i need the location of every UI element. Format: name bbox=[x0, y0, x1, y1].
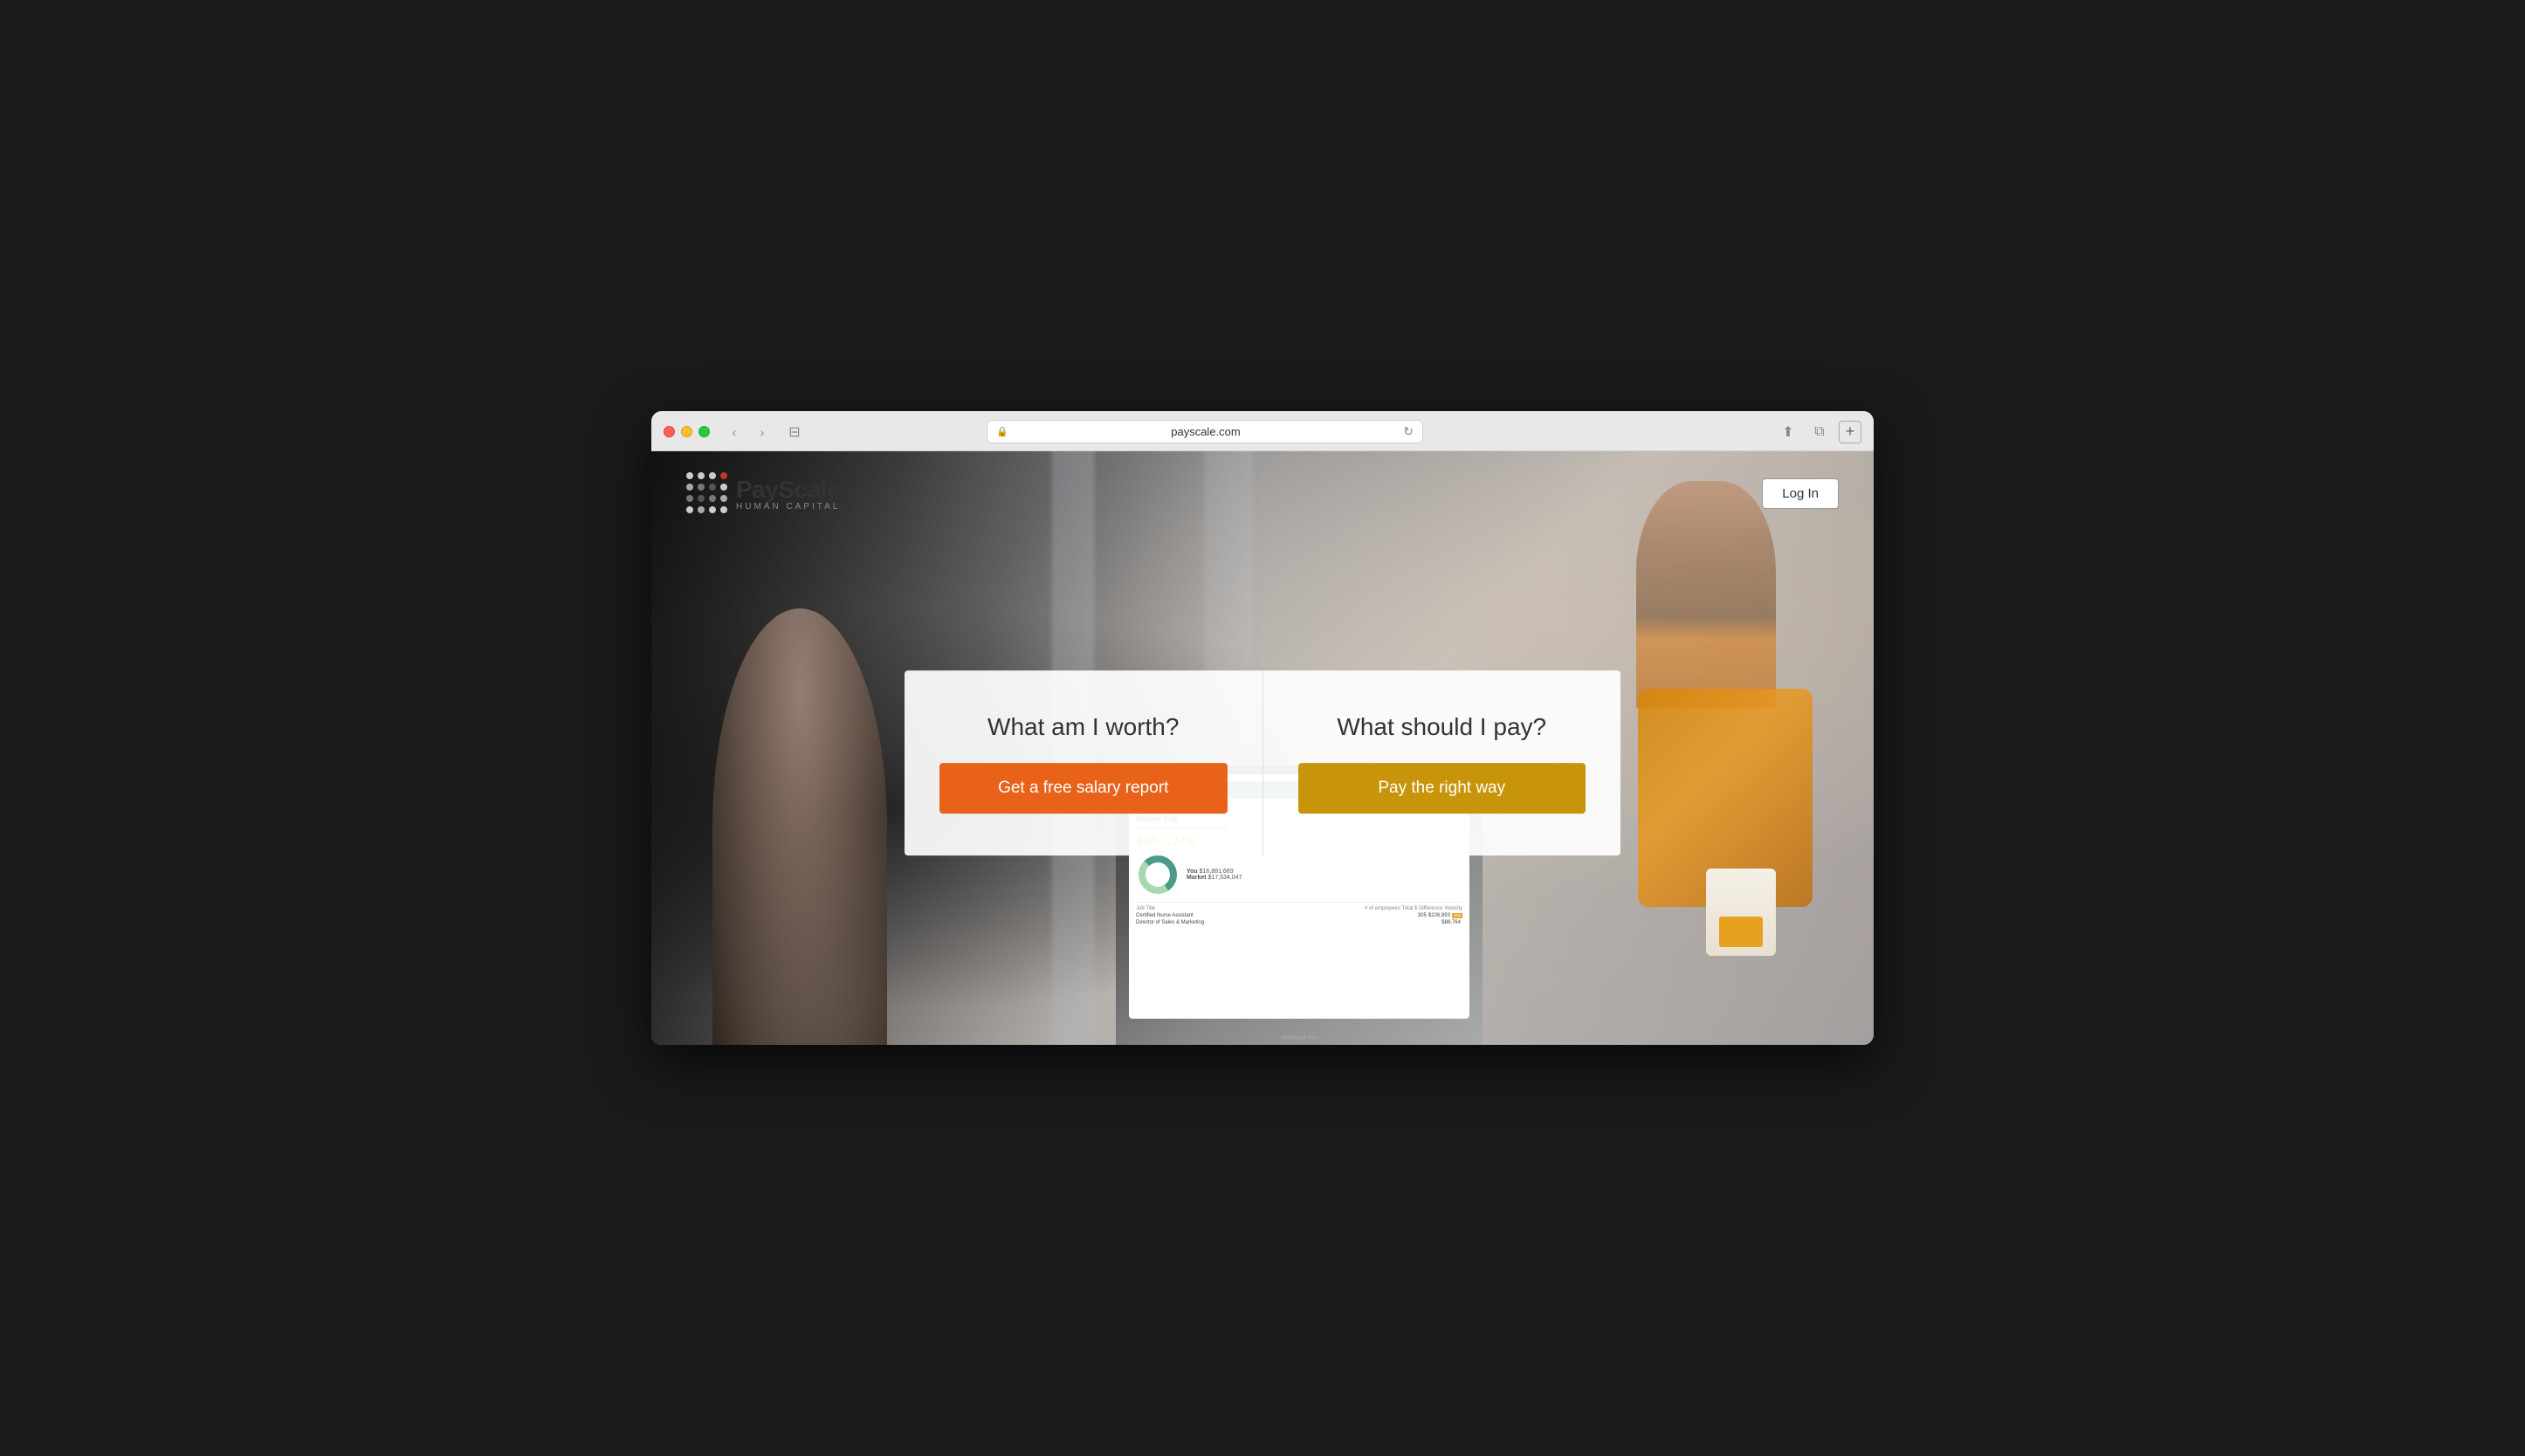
dot-2-3 bbox=[709, 484, 716, 491]
cta-panel-left: What am I worth? Get a free salary repor… bbox=[905, 670, 1263, 855]
back-button[interactable]: ‹ bbox=[722, 423, 746, 441]
dot-2-4 bbox=[720, 484, 727, 491]
dot-1-1 bbox=[686, 472, 693, 479]
forward-button[interactable]: › bbox=[750, 423, 774, 441]
dot-4-3 bbox=[709, 506, 716, 513]
col-velocity: Velocity bbox=[1444, 906, 1462, 911]
dot-3-3 bbox=[709, 495, 716, 502]
nav-buttons: ‹ › bbox=[722, 423, 774, 441]
laptop-table: Job Title # of employees Total $ Differe… bbox=[1136, 902, 1462, 925]
share-button[interactable]: ⬆ bbox=[1776, 423, 1800, 441]
dot-3-4 bbox=[720, 495, 727, 502]
dot-3-1 bbox=[686, 495, 693, 502]
row1-diff: $226,893 bbox=[1428, 913, 1450, 918]
dot-1-2 bbox=[698, 472, 705, 479]
dot-4-1 bbox=[686, 506, 693, 513]
site-header: PayScale Human Capital Log In bbox=[651, 451, 1874, 536]
person-left-silhouette bbox=[712, 608, 887, 1045]
sidebar-button[interactable]: ⊟ bbox=[783, 424, 806, 440]
page-content: ⠿ PayScale Insight Live Scenario Market … bbox=[651, 451, 1874, 1045]
logo-tagline: Human Capital bbox=[736, 502, 840, 512]
row2-diff: $88,764 bbox=[1441, 920, 1461, 925]
lock-icon: 🔒 bbox=[996, 426, 1008, 437]
logo-dots bbox=[686, 472, 729, 515]
refresh-button[interactable]: ↻ bbox=[1403, 424, 1414, 439]
minimize-button[interactable] bbox=[681, 426, 692, 437]
cta-question-right: What should I pay? bbox=[1337, 712, 1546, 742]
cta-container: What am I worth? Get a free salary repor… bbox=[905, 670, 1620, 855]
browser-window: ‹ › ⊟ 🔒 payscale.com ↻ ⬆ ⧉ + ⠿ PayScale bbox=[651, 411, 1874, 1045]
laptop-chart-area: You $16,881,669 Market $17,534,047 bbox=[1136, 853, 1462, 896]
cta-button-salary-report[interactable]: Get a free salary report bbox=[939, 763, 1228, 814]
dot-4-4 bbox=[720, 506, 727, 513]
row1-emp: 305 bbox=[1418, 913, 1427, 918]
browser-chrome: ‹ › ⊟ 🔒 payscale.com ↻ ⬆ ⧉ + bbox=[651, 411, 1874, 451]
dot-1-4 bbox=[720, 472, 727, 479]
laptop-brand: MacBook Pro bbox=[1281, 1035, 1318, 1041]
add-bookmark-button[interactable]: ⧉ bbox=[1807, 423, 1832, 441]
col-total: Total $ Difference bbox=[1402, 906, 1443, 911]
donut-chart-svg bbox=[1136, 853, 1180, 896]
login-button[interactable]: Log In bbox=[1762, 478, 1839, 509]
dot-1-3 bbox=[709, 472, 716, 479]
laptop-data-labels: You $16,881,669 Market $17,534,047 bbox=[1187, 869, 1242, 881]
new-tab-button[interactable]: + bbox=[1839, 421, 1861, 443]
logo-brand: PayScale bbox=[736, 476, 840, 504]
col-employees: # of employees bbox=[1365, 906, 1400, 911]
logo-area: PayScale Human Capital bbox=[686, 472, 840, 515]
row1-title: Certified Nurse Assistant bbox=[1136, 913, 1416, 918]
cta-button-pay-right[interactable]: Pay the right way bbox=[1298, 763, 1586, 814]
coffee-cup bbox=[1706, 869, 1776, 956]
dot-4-2 bbox=[698, 506, 705, 513]
url-text: payscale.com bbox=[1014, 425, 1399, 438]
dot-2-2 bbox=[698, 484, 705, 491]
close-button[interactable] bbox=[664, 426, 675, 437]
dot-2-1 bbox=[686, 484, 693, 491]
row2-title: Director of Sales & Marketing bbox=[1136, 920, 1438, 925]
row1-velocity: avg bbox=[1452, 913, 1462, 918]
browser-actions: ⬆ ⧉ + bbox=[1776, 421, 1861, 443]
traffic-lights bbox=[664, 426, 710, 437]
maximize-button[interactable] bbox=[698, 426, 710, 437]
cta-question-left: What am I worth? bbox=[987, 712, 1179, 742]
dot-3-2 bbox=[698, 495, 705, 502]
address-bar[interactable]: 🔒 payscale.com ↻ bbox=[987, 420, 1423, 443]
logo-text: PayScale Human Capital bbox=[736, 476, 840, 512]
col-job-title: Job Title bbox=[1136, 906, 1363, 911]
cta-panel-right: What should I pay? Pay the right way bbox=[1263, 670, 1621, 855]
